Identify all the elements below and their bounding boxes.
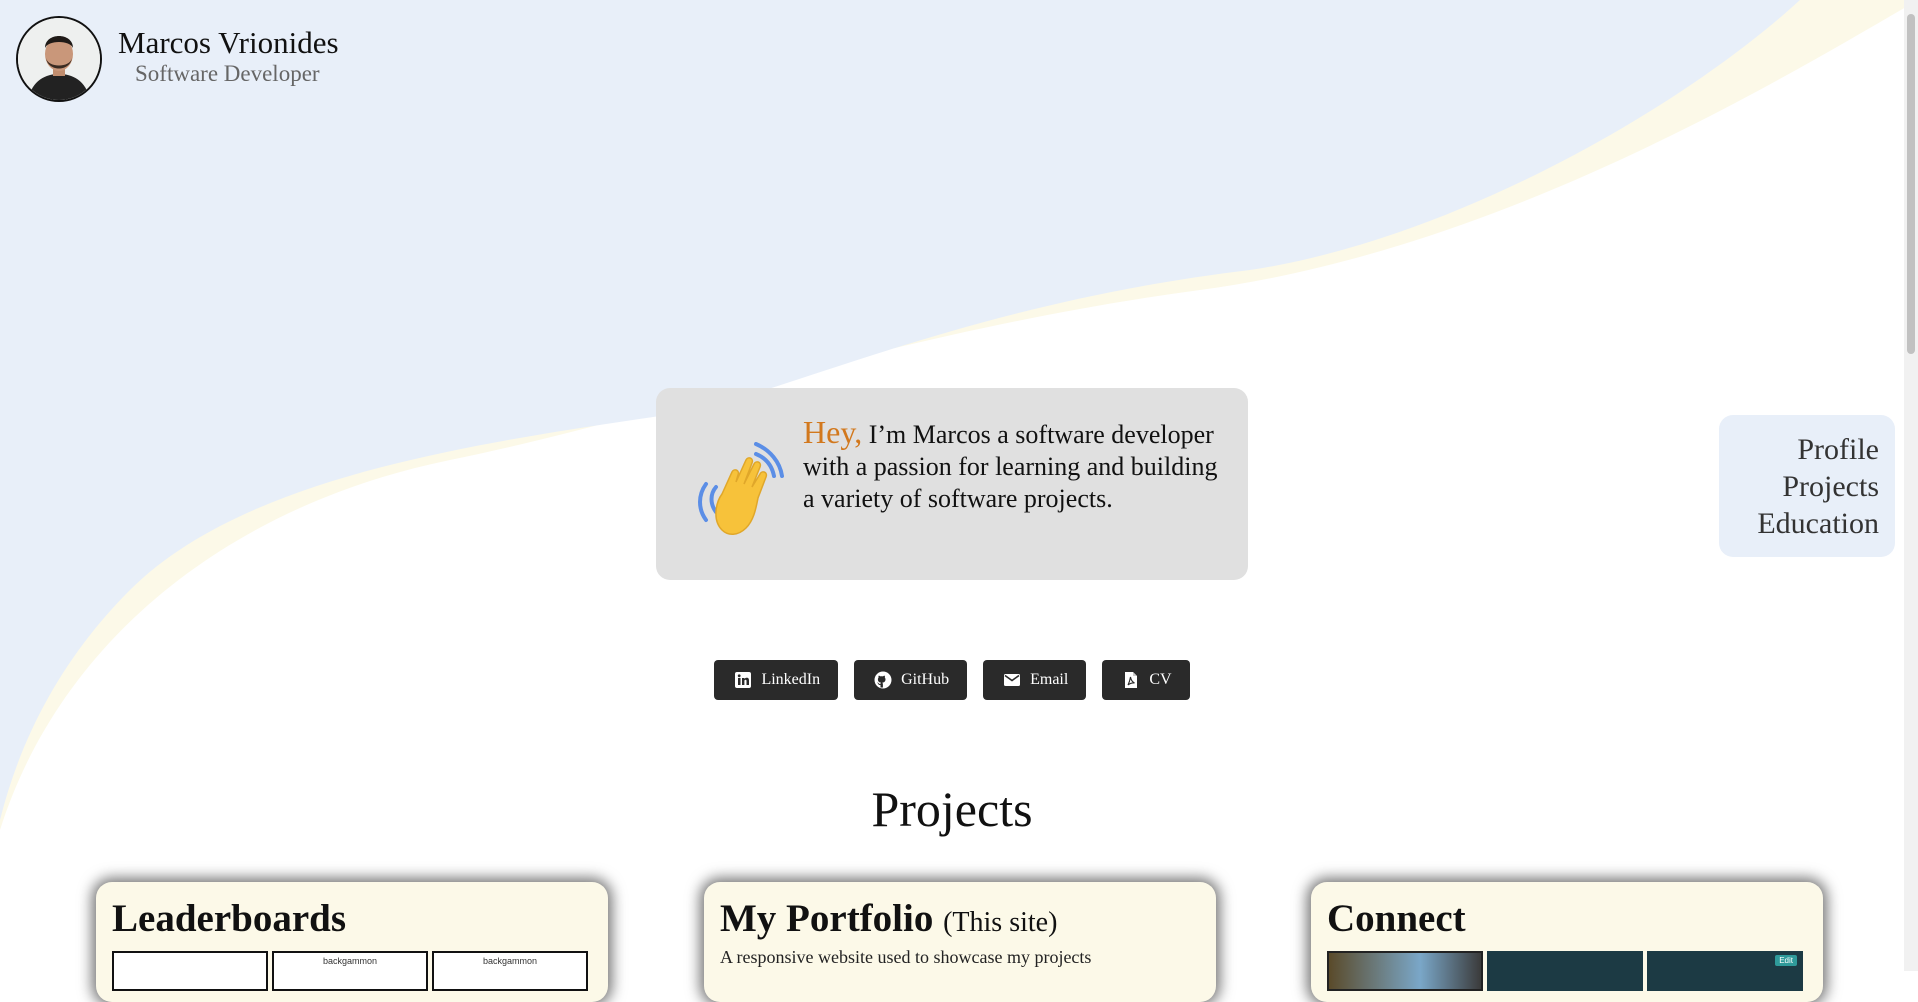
- github-label: GitHub: [901, 671, 950, 688]
- avatar: [16, 16, 102, 102]
- email-icon: [1004, 674, 1021, 686]
- project-title-row: My Portfolio (This site): [720, 897, 1200, 941]
- waving-hand-icon: [698, 442, 784, 535]
- email-label: Email: [1030, 671, 1069, 688]
- project-title: Connect: [1327, 897, 1466, 940]
- project-description: A responsive website used to showcase my…: [720, 946, 1092, 967]
- intro-text: Hey, I’m Marcos a software developer wit…: [803, 416, 1223, 515]
- cv-label: CV: [1149, 671, 1172, 688]
- pdf-icon: [1125, 672, 1138, 688]
- linkedin-icon: [735, 672, 752, 688]
- project-card-leaderboards[interactable]: Leaderboards backgammon backgammon: [96, 882, 608, 1002]
- linkedin-label: LinkedIn: [761, 671, 821, 688]
- projects-heading: Projects: [871, 781, 1033, 837]
- nav-item-profile[interactable]: Profile: [1719, 431, 1879, 468]
- edit-tag: Edit: [1775, 954, 1797, 966]
- section-nav: Profile Projects Education: [1719, 415, 1895, 557]
- linkedin-button[interactable]: LinkedIn: [714, 660, 839, 700]
- page-scrollbar[interactable]: [1904, 0, 1918, 971]
- project-title: My Portfolio: [720, 897, 934, 940]
- github-button[interactable]: GitHub: [854, 660, 968, 700]
- cv-button[interactable]: CV: [1102, 660, 1190, 700]
- github-icon: [874, 671, 892, 689]
- social-links: LinkedIn GitHub Email CV: [0, 660, 1904, 700]
- intro-card: Hey, I’m Marcos a software developer wit…: [656, 388, 1248, 580]
- nav-item-projects[interactable]: Projects: [1719, 468, 1879, 505]
- scrollbar-thumb[interactable]: [1907, 14, 1915, 354]
- profile-name: Marcos Vrionides: [118, 25, 339, 60]
- email-button[interactable]: Email: [983, 660, 1087, 700]
- profile-role: Software Developer: [135, 61, 320, 87]
- project-subtitle: (This site): [943, 907, 1058, 938]
- project-card-connect[interactable]: Connect Edit: [1311, 882, 1823, 1002]
- project-card-portfolio[interactable]: My Portfolio (This site) A responsive we…: [704, 882, 1216, 1002]
- intro-body: I’m Marcos a software developer with a p…: [803, 420, 1218, 513]
- project-title: Leaderboards: [112, 897, 346, 940]
- intro-greeting: Hey,: [803, 414, 863, 450]
- profile-header: Marcos Vrionides Software Developer: [16, 16, 339, 102]
- nav-item-education[interactable]: Education: [1719, 505, 1879, 542]
